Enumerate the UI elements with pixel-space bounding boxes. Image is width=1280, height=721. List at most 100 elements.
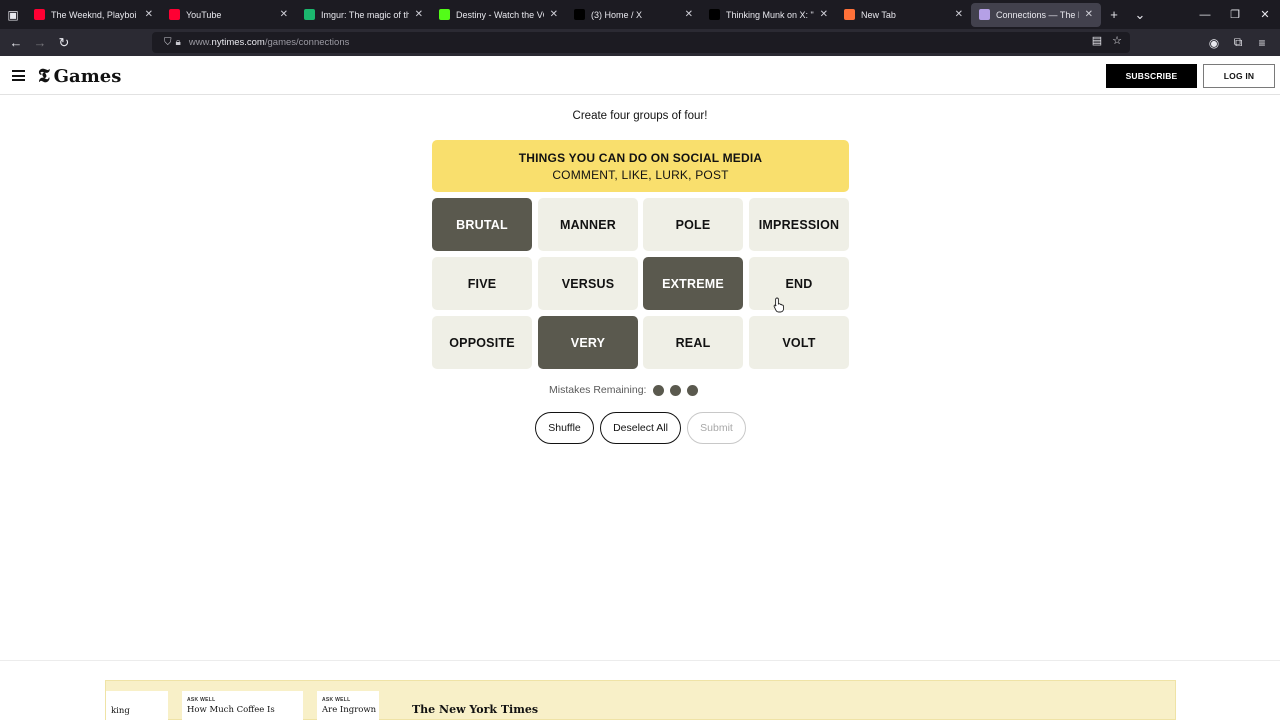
login-button[interactable]: LOG IN [1203, 64, 1275, 88]
tab-close-icon[interactable]: ✕ [955, 9, 963, 20]
word-tile[interactable]: IMPRESSION [749, 198, 849, 251]
toolbar-right: ◉ ⧉ ≡ [1202, 29, 1274, 56]
footer-divider [0, 660, 1280, 661]
word-tile[interactable]: FIVE [432, 257, 532, 310]
word-tile[interactable]: VERY [538, 316, 638, 369]
card-kicker: ASK WELL [322, 697, 351, 703]
solved-category: THINGS YOU CAN DO ON SOCIAL MEDIA [518, 151, 763, 165]
tab-close-icon[interactable]: ✕ [820, 9, 828, 20]
tab-close-icon[interactable]: ✕ [415, 9, 423, 20]
word-tile[interactable]: VERSUS [538, 257, 638, 310]
kick-icon [439, 9, 450, 20]
tab-close-icon[interactable]: ✕ [280, 9, 288, 20]
tab-title: New Tab [861, 9, 896, 20]
hand-cursor-icon [773, 297, 785, 313]
close-window-icon[interactable]: ✕ [1250, 8, 1280, 21]
account-icon[interactable]: ◉ [1202, 36, 1226, 50]
promo-card[interactable]: ASK WELL How Much Coffee Is [182, 691, 303, 721]
extensions-icon[interactable]: ⧉ [1226, 35, 1250, 50]
nyt-games-logo[interactable]: 𝕿 Games [38, 65, 121, 87]
list-all-tabs-icon[interactable]: ⌄ [1127, 7, 1153, 23]
word-tile[interactable]: VOLT [749, 316, 849, 369]
tab-title: YouTube [186, 9, 222, 20]
tab-title: Thinking Munk on X: "I [726, 9, 814, 20]
window-controls: — ❐ ✕ [1190, 0, 1280, 29]
browser-tab[interactable]: Imgur: The magic of the Int ✕ [296, 0, 431, 29]
word-tile[interactable]: EXTREME [643, 257, 743, 310]
tab-list: The Weeknd, Playboi C ✕ YouTube ✕ Imgur: The… [26, 0, 1101, 29]
shuffle-button[interactable]: Shuffle [535, 412, 594, 444]
mistakes-remaining: Mistakes Remaining: [549, 384, 699, 396]
reload-icon[interactable]: ↻ [52, 29, 76, 56]
site-header: 𝕿 Games SUBSCRIBE LOG IN [0, 57, 1280, 95]
tab-title: (3) Home / X [591, 9, 643, 20]
browser-nav-bar: ← → ↻ ⛉ 🔒︎ www.nytimes.com/games/connect… [0, 29, 1280, 56]
tab-close-icon[interactable]: ✕ [145, 9, 153, 20]
deselect-all-button[interactable]: Deselect All [600, 412, 681, 444]
imgur-icon [304, 9, 315, 20]
word-tile[interactable]: OPPOSITE [432, 316, 532, 369]
tab-title: Imgur: The magic of the Int [321, 9, 409, 20]
browser-tab[interactable]: Thinking Munk on X: "I ✕ [701, 0, 836, 29]
tab-title: Connections — The New Y [996, 9, 1079, 20]
shield-icon[interactable]: ⛉ [164, 37, 172, 48]
x-icon [709, 9, 720, 20]
tab-close-icon[interactable]: ✕ [685, 9, 693, 20]
tab-title: Destiny - Watch the VOD o [456, 9, 544, 20]
mistake-dot [653, 384, 665, 396]
promo-card[interactable]: ASK WELL Are Ingrown H [317, 691, 379, 721]
browser-tab[interactable]: Connections — The New Y ✕ [971, 2, 1101, 27]
browser-tab[interactable]: Destiny - Watch the VOD o ✕ [431, 0, 566, 29]
browser-tab-bar: ▣ The Weeknd, Playboi C ✕ YouTube ✕ Imgur: T… [0, 0, 1280, 29]
browser-tab[interactable]: YouTube ✕ [161, 0, 296, 29]
nyt-t-logo: 𝕿 [38, 65, 50, 87]
mistake-dot [670, 384, 682, 396]
url-bar-actions: ▤ ☆ [1082, 34, 1122, 47]
browser-tab[interactable]: New Tab ✕ [836, 0, 971, 29]
subscribe-button[interactable]: SUBSCRIBE [1106, 64, 1197, 88]
new-tab-icon[interactable]: + [1101, 7, 1127, 22]
bookmark-star-icon[interactable]: ☆ [1112, 34, 1122, 47]
tab-close-icon[interactable]: ✕ [550, 9, 558, 20]
card-headline: How Much Coffee Is [187, 705, 275, 715]
firefox-icon [844, 9, 855, 20]
card-kicker: ASK WELL [187, 697, 216, 703]
youtube-icon [34, 9, 45, 20]
tab-overview-icon[interactable]: ▣ [0, 0, 26, 29]
submit-button[interactable]: Submit [687, 412, 746, 444]
lock-icon[interactable]: 🔒︎ [176, 37, 181, 48]
word-tile[interactable]: BRUTAL [432, 198, 532, 251]
solved-words: COMMENT, LIKE, LURK, POST [552, 168, 729, 182]
solved-group: THINGS YOU CAN DO ON SOCIAL MEDIA COMMEN… [432, 140, 849, 192]
browser-tab[interactable]: (3) Home / X ✕ [566, 0, 701, 29]
promo-banner: king ASK WELL How Much Coffee Is ASK WELL Ar… [105, 680, 1176, 721]
minimize-icon[interactable]: — [1190, 9, 1220, 21]
promo-card[interactable]: king [106, 691, 168, 721]
app-menu-icon[interactable]: ≡ [1250, 36, 1274, 50]
mistake-dot [687, 384, 699, 396]
word-tile[interactable]: POLE [643, 198, 743, 251]
games-wordmark: Games [53, 65, 122, 87]
word-tile[interactable]: END [749, 257, 849, 310]
x-icon [574, 9, 585, 20]
tab-close-icon[interactable]: ✕ [1085, 9, 1093, 20]
mistakes-label: Mistakes Remaining: [549, 384, 647, 396]
game-instruction: Create four groups of four! [572, 110, 708, 122]
mistake-dots [646, 384, 699, 396]
browser-tab[interactable]: The Weeknd, Playboi C ✕ [26, 0, 161, 29]
card-headline: Are Ingrown H [322, 705, 379, 715]
hamburger-menu-icon[interactable] [12, 70, 25, 81]
restore-icon[interactable]: ❐ [1220, 8, 1250, 21]
youtube-icon [169, 9, 180, 20]
connections-icon [979, 9, 990, 20]
tab-title: The Weeknd, Playboi C [51, 9, 139, 20]
reader-view-icon[interactable]: ▤ [1092, 34, 1102, 47]
nyt-wordmark: The New York Times [412, 703, 539, 716]
back-icon[interactable]: ← [4, 29, 28, 56]
card-headline: king [111, 706, 130, 716]
url-text[interactable]: www.nytimes.com/games/connections [189, 37, 350, 48]
word-tile[interactable]: MANNER [538, 198, 638, 251]
word-tile[interactable]: REAL [643, 316, 743, 369]
forward-icon[interactable]: → [28, 29, 52, 56]
url-bar[interactable]: ⛉ 🔒︎ www.nytimes.com/games/connections ▤… [152, 32, 1130, 53]
